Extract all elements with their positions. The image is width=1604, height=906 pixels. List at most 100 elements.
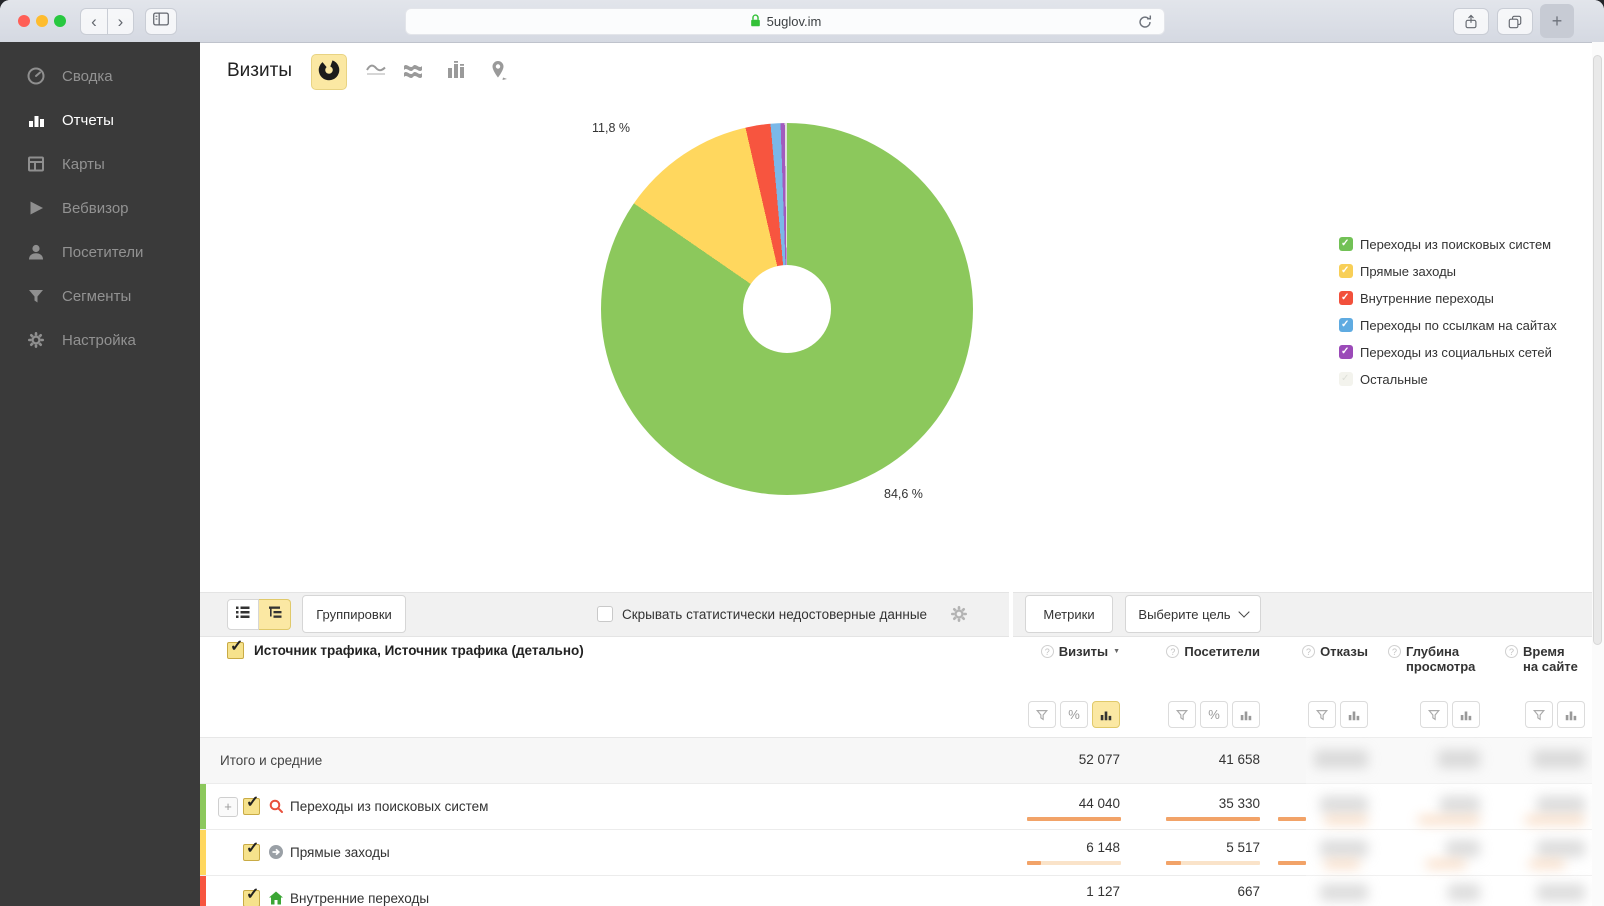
stacked-area-icon [401, 58, 425, 87]
tab-overview-button[interactable] [1497, 8, 1533, 35]
visits-filter-button[interactable] [1028, 701, 1056, 728]
sidebar-item-label: Сводка [62, 68, 113, 85]
sidebar-item-settings[interactable]: Настройка [0, 320, 200, 360]
table-toolbar-right: Метрики Выберите цель [1013, 592, 1604, 637]
legend-checkbox-internal[interactable] [1339, 291, 1353, 305]
sidebar-item-summary[interactable]: Сводка [0, 56, 200, 96]
visitors-bar [1166, 861, 1181, 865]
totals-visitors: 41 658 [1219, 752, 1260, 767]
row-color-strip [200, 830, 206, 875]
legend-checkbox-other[interactable] [1339, 372, 1353, 386]
flat-list-view-button[interactable] [227, 599, 259, 630]
legend-checkbox-social[interactable] [1339, 345, 1353, 359]
help-icon[interactable] [1041, 645, 1054, 658]
legend-checkbox-site-links[interactable] [1339, 318, 1353, 332]
back-button[interactable] [80, 8, 107, 35]
row-label[interactable]: Внутренние переходы [290, 891, 429, 906]
visitors-bars-button[interactable] [1232, 701, 1260, 728]
time-filter-button[interactable] [1525, 701, 1553, 728]
column-label: Глубина просмотра [1406, 644, 1478, 674]
bounces-filter-button[interactable] [1308, 701, 1336, 728]
legend-item-search[interactable]: Переходы из поисковых систем [1339, 236, 1551, 252]
legend-label: Прямые заходы [1360, 264, 1456, 279]
bounces-bars-button[interactable] [1340, 701, 1368, 728]
scrollbar-thumb[interactable] [1593, 55, 1602, 645]
bounces-bar-fragment [1278, 861, 1306, 865]
legend-item-other[interactable]: Остальные [1339, 371, 1428, 387]
help-icon[interactable] [1505, 645, 1518, 658]
maps-layout-icon [26, 154, 46, 174]
sidebar-toggle-button[interactable] [145, 8, 177, 35]
pie-label-search: 84,6 % [884, 487, 923, 501]
choose-goal-button[interactable]: Выберите цель [1125, 595, 1261, 633]
legend-item-site-links[interactable]: Переходы по ссылкам на сайтах [1339, 317, 1557, 333]
column-header-visits[interactable]: Визиты [1041, 644, 1120, 659]
direct-arrow-icon [268, 844, 284, 860]
row-label[interactable]: Переходы из поисковых систем [290, 799, 488, 814]
sidebar-item-segments[interactable]: Сегменты [0, 276, 200, 316]
column-label: Визиты [1059, 644, 1108, 659]
chart-type-line-button[interactable] [358, 54, 394, 90]
row-checkbox[interactable] [243, 890, 260, 906]
table-toolbar-left: Группировки Скрывать статистически недос… [200, 592, 1009, 637]
row-color-strip [200, 784, 206, 829]
sidebar-item-webvisor[interactable]: Вебвизор [0, 188, 200, 228]
sidebar-item-visitors[interactable]: Посетители [0, 232, 200, 272]
legend-checkbox-search[interactable] [1339, 237, 1353, 251]
row-visitors: 667 [1237, 884, 1260, 899]
row-label[interactable]: Прямые заходы [290, 845, 390, 860]
column-header-depth[interactable]: Глубина просмотра [1388, 644, 1480, 674]
groupings-button[interactable]: Группировки [302, 595, 406, 633]
vertical-scrollbar[interactable] [1592, 42, 1604, 906]
reload-button[interactable] [1136, 13, 1156, 33]
column-header-time[interactable]: Время на сайте [1505, 644, 1585, 674]
row-checkbox[interactable] [243, 798, 260, 815]
browser-window: 5uglov.im Сводка Отчеты Карты [0, 0, 1604, 906]
sidebar-item-reports[interactable]: Отчеты [0, 100, 200, 140]
share-button[interactable] [1453, 8, 1489, 35]
traffic-sources-donut-chart[interactable] [601, 123, 973, 495]
minimize-window-button[interactable] [36, 15, 48, 27]
chart-type-stacked-button[interactable] [395, 54, 431, 90]
chart-type-map-button[interactable] [481, 54, 517, 90]
zoom-window-button[interactable] [54, 15, 66, 27]
column-label: Отказы [1320, 644, 1368, 659]
forward-button[interactable] [107, 8, 134, 35]
expand-row-button[interactable] [218, 797, 238, 817]
table-settings-gear-icon[interactable] [949, 604, 969, 624]
legend-item-internal[interactable]: Внутренние переходы [1339, 290, 1494, 306]
depth-bars-button[interactable] [1452, 701, 1480, 728]
visitors-bar [1166, 817, 1260, 821]
legend-item-social[interactable]: Переходы из социальных сетей [1339, 344, 1552, 360]
chart-type-donut-button[interactable] [311, 54, 347, 90]
address-bar[interactable]: 5uglov.im [405, 8, 1165, 35]
legend-item-direct[interactable]: Прямые заходы [1339, 263, 1456, 279]
new-tab-button[interactable] [1540, 4, 1574, 38]
sidebar-item-label: Сегменты [62, 288, 131, 305]
help-icon[interactable] [1388, 645, 1401, 658]
groupings-label: Группировки [316, 607, 392, 622]
row-checkbox[interactable] [243, 844, 260, 861]
time-bars-button[interactable] [1557, 701, 1585, 728]
help-icon[interactable] [1302, 645, 1315, 658]
report-title: Визиты [227, 60, 292, 82]
close-window-button[interactable] [18, 15, 30, 27]
map-pin-icon [487, 58, 511, 87]
legend-checkbox-direct[interactable] [1339, 264, 1353, 278]
column-header-visitors[interactable]: Посетители [1166, 644, 1260, 659]
chart-type-columns-button[interactable] [438, 54, 474, 90]
tree-list-view-button[interactable] [259, 599, 291, 630]
depth-filter-button[interactable] [1420, 701, 1448, 728]
column-header-bounces[interactable]: Отказы [1302, 644, 1368, 659]
blurred-metrics-area [1306, 737, 1592, 906]
visitors-filter-button[interactable] [1168, 701, 1196, 728]
dimension-checkbox[interactable] [227, 642, 244, 659]
browser-chrome: 5uglov.im [0, 0, 1604, 43]
visits-bars-button[interactable] [1092, 701, 1120, 728]
metrics-button[interactable]: Метрики [1025, 595, 1113, 633]
visits-percent-button[interactable] [1060, 701, 1088, 728]
sidebar-item-maps[interactable]: Карты [0, 144, 200, 184]
hide-unreliable-checkbox[interactable] [597, 606, 613, 622]
help-icon[interactable] [1166, 645, 1179, 658]
visitors-percent-button[interactable] [1200, 701, 1228, 728]
